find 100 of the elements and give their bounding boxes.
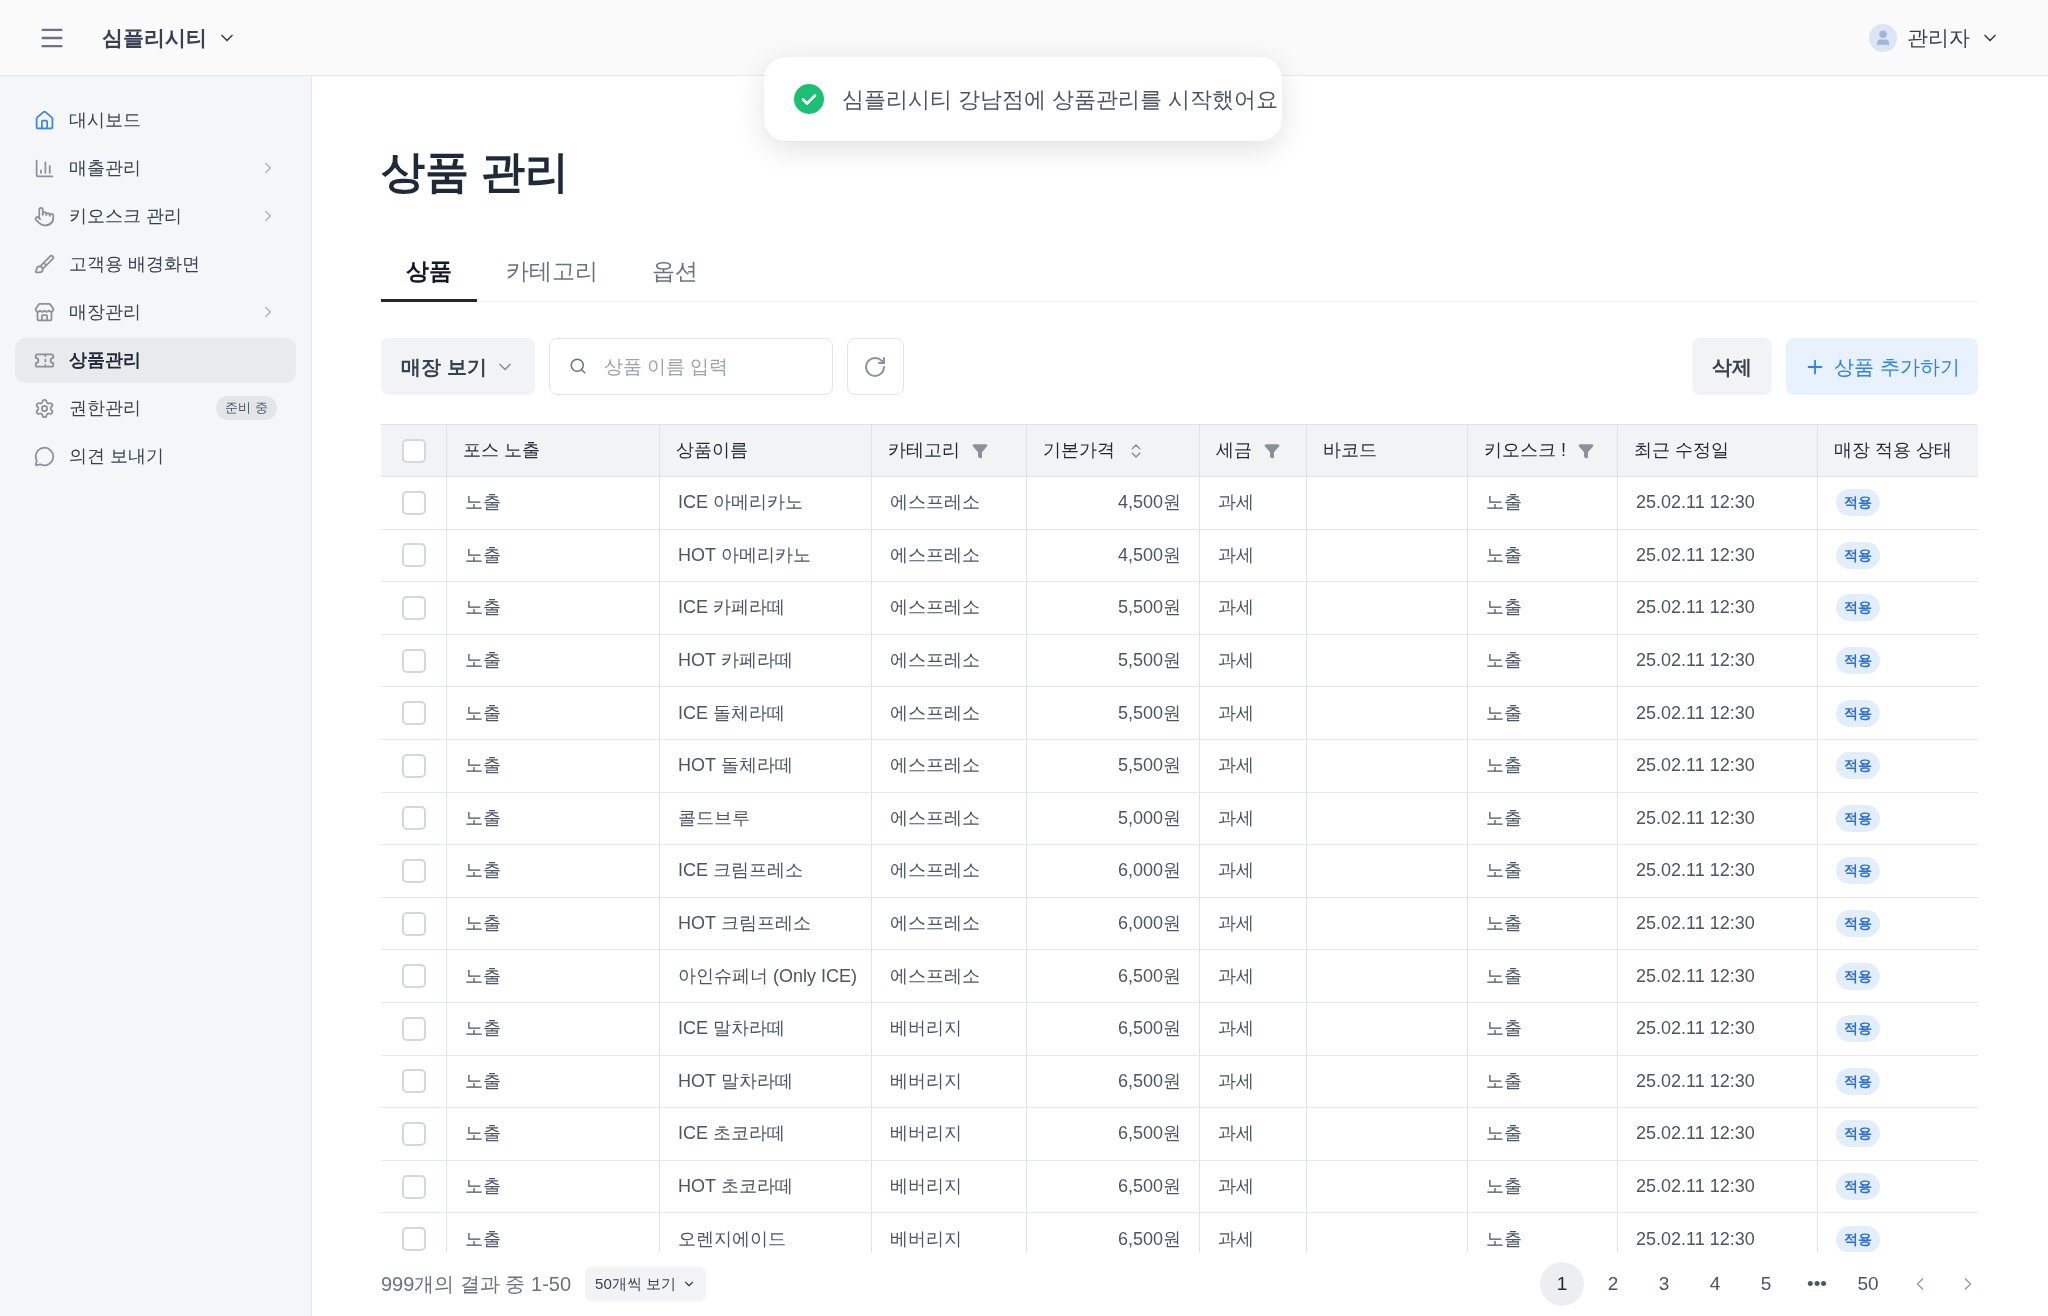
sidebar-item[interactable]: 상품관리: [15, 337, 296, 383]
checkbox[interactable]: [401, 753, 426, 778]
table-cell-text: 과세: [1218, 649, 1254, 673]
delete-button[interactable]: 삭제: [1692, 338, 1773, 395]
table-cell-text: 25.02.11 12:30: [1636, 491, 1755, 515]
table-cell-text: 과세: [1218, 1122, 1254, 1146]
page-button[interactable]: 50: [1846, 1262, 1890, 1306]
table-cell-text: HOT 카페라떼: [678, 649, 793, 673]
status-badge: 적용: [1836, 857, 1880, 885]
sidebar-item[interactable]: 의견 보내기: [15, 433, 296, 479]
user-dropdown[interactable]: 관리자: [1869, 21, 2000, 54]
table-cell-text: 노출: [1486, 1227, 1522, 1251]
column-header: 키오스크 !: [1484, 439, 1566, 462]
store-icon: [34, 301, 55, 323]
checkbox[interactable]: [401, 1174, 426, 1199]
page-button[interactable]: 1: [1540, 1262, 1584, 1306]
table-cell-text: 노출: [1486, 649, 1522, 673]
page-button[interactable]: •••: [1795, 1262, 1839, 1306]
view-dropdown[interactable]: 매장 보기: [381, 338, 535, 395]
table-cell-text: ICE 크림프레소: [678, 859, 803, 883]
table-cell-text: 과세: [1218, 491, 1254, 515]
checkbox[interactable]: [401, 1227, 426, 1252]
tab[interactable]: 옵션: [627, 244, 723, 302]
table-cell-text: 6,000원: [1117, 912, 1181, 936]
table-cell-text: 25.02.11 12:30: [1636, 1175, 1755, 1198]
table-cell-text: 과세: [1218, 701, 1254, 725]
table-cell-text: 25.02.11 12:30: [1636, 1227, 1755, 1251]
table-cell-text: 노출: [1486, 596, 1522, 620]
table-cell-text: 과세: [1218, 912, 1254, 936]
checkbox[interactable]: [401, 543, 426, 568]
table-cell-text: 25.02.11 12:30: [1636, 859, 1755, 883]
avatar-icon: [1869, 23, 1897, 52]
sidebar-item[interactable]: 매출관리: [15, 145, 296, 191]
refresh-button[interactable]: [846, 338, 904, 395]
table-cell-text: 과세: [1218, 543, 1254, 567]
sidebar-item[interactable]: 권한관리 준비 중: [15, 385, 296, 431]
refresh-icon: [863, 354, 888, 379]
table-cell-text: HOT 돌체라떼: [678, 754, 793, 778]
table-cell-text: 노출: [1486, 1069, 1522, 1093]
filter-icon[interactable]: [972, 442, 988, 459]
table-cell-text: 25.02.11 12:30: [1636, 596, 1755, 620]
table-cell-text: 노출: [465, 596, 501, 620]
page-size-dropdown[interactable]: 50개씩 보기: [585, 1267, 706, 1301]
table-cell-text: 25.02.11 12:30: [1636, 543, 1755, 567]
table-cell-text: 베버리지: [890, 1069, 962, 1093]
table-cell-text: 에스프레소: [890, 859, 980, 883]
status-badge: 적용: [1836, 647, 1880, 675]
sidebar-item[interactable]: 매장관리: [15, 289, 296, 335]
table-cell-text: HOT 초코라떼: [678, 1175, 793, 1198]
checkbox[interactable]: [401, 858, 426, 883]
checkbox[interactable]: [401, 596, 426, 620]
table-cell-text: 노출: [1486, 754, 1522, 778]
page-button[interactable]: 2: [1591, 1262, 1635, 1306]
table-cell-text: 25.02.11 12:30: [1636, 649, 1755, 673]
table-cell-text: 노출: [465, 806, 501, 830]
table-cell-text: 6,500원: [1117, 1227, 1181, 1251]
checkbox[interactable]: [401, 964, 426, 989]
table-cell-text: 4,500원: [1117, 543, 1181, 567]
checkbox[interactable]: [401, 490, 426, 515]
tab[interactable]: 상품: [381, 244, 477, 302]
sidebar-item[interactable]: 대시보드: [15, 97, 296, 143]
column-header: 카테고리: [888, 439, 960, 462]
page-button[interactable]: 3: [1642, 1262, 1686, 1306]
page-button[interactable]: 4: [1693, 1262, 1737, 1306]
checkbox[interactable]: [401, 701, 426, 726]
status-badge: 준비 중: [216, 396, 277, 420]
table-cell-text: ICE 카페라떼: [678, 596, 785, 620]
search-field[interactable]: 상품 이름 입력: [548, 338, 833, 395]
checkbox[interactable]: [401, 1016, 426, 1041]
filter-icon[interactable]: [1578, 442, 1594, 459]
status-badge: 적용: [1836, 1120, 1880, 1148]
table-cell-text: 노출: [465, 701, 501, 725]
tab[interactable]: 카테고리: [481, 244, 623, 302]
table-cell-text: 노출: [465, 649, 501, 673]
table-cell-text: 노출: [1486, 964, 1522, 988]
table-cell-text: ICE 초코라떼: [678, 1122, 785, 1146]
status-badge: 적용: [1836, 699, 1880, 727]
table-cell-text: 에스프레소: [890, 912, 980, 936]
checkbox[interactable]: [401, 648, 426, 673]
checkbox[interactable]: [401, 1069, 426, 1094]
table-cell-text: 5,000원: [1117, 806, 1181, 830]
filter-icon[interactable]: [1264, 442, 1280, 459]
status-badge: 적용: [1836, 1173, 1880, 1200]
page-button[interactable]: 5: [1744, 1262, 1788, 1306]
status-badge: 적용: [1836, 1015, 1880, 1043]
table-cell-text: 에스프레소: [890, 754, 980, 778]
brand-dropdown[interactable]: 심플리시티: [102, 21, 237, 54]
column-header: 최근 수정일: [1634, 439, 1729, 462]
table-cell-text: 과세: [1218, 596, 1254, 620]
table-cell-text: 에스프레소: [890, 649, 980, 673]
table-cell-text: 에스프레소: [890, 701, 980, 725]
table-cell-text: 25.02.11 12:30: [1636, 912, 1755, 936]
checkbox[interactable]: [401, 806, 426, 831]
checkbox[interactable]: [401, 1121, 426, 1146]
checkbox[interactable]: [401, 911, 426, 936]
column-header: 상품이름: [676, 439, 748, 462]
sidebar-item[interactable]: 키오스크 관리: [15, 193, 296, 239]
sidebar-item[interactable]: 고객용 배경화면: [15, 241, 296, 287]
checkbox[interactable]: [401, 438, 426, 463]
table-cell-text: 5,500원: [1117, 701, 1181, 725]
